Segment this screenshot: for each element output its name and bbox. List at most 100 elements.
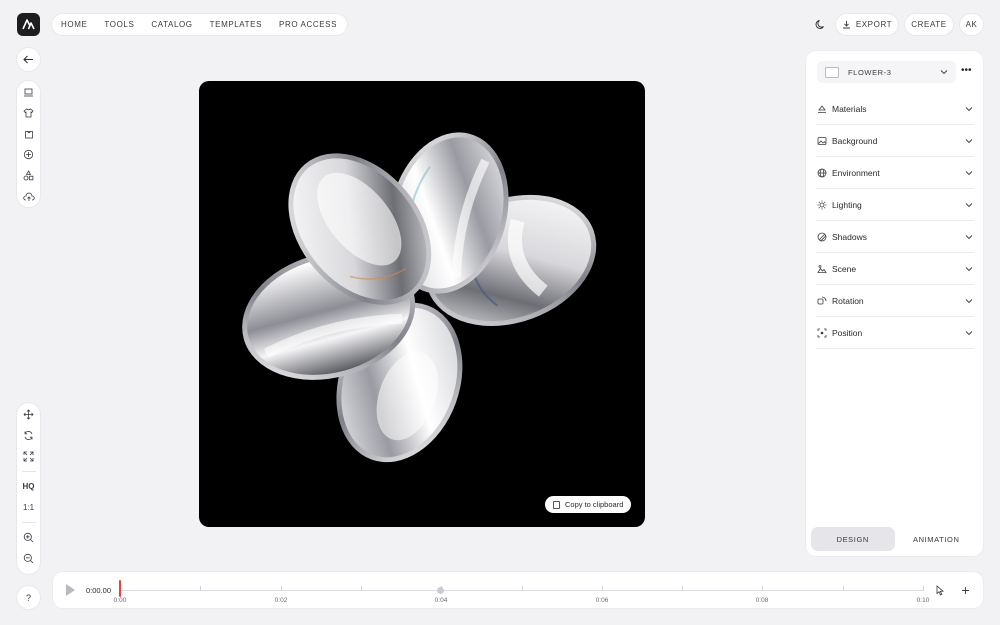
landscape-icon	[816, 263, 828, 275]
chevron-down-icon	[964, 104, 974, 114]
toolbar-divider	[21, 522, 36, 523]
section-materials[interactable]: Materials	[816, 93, 974, 125]
object-thumbnail	[825, 66, 839, 78]
nav-tools[interactable]: TOOLS	[104, 20, 134, 29]
nav-home[interactable]: HOME	[61, 20, 87, 29]
move-icon[interactable]	[17, 404, 40, 425]
pointer-icon[interactable]	[932, 582, 948, 598]
category-toolbar	[17, 81, 40, 207]
nav-templates[interactable]: TEMPLATES	[210, 20, 262, 29]
top-navigation: HOME TOOLS CATALOG TEMPLATES PRO ACCESS	[52, 14, 348, 35]
avatar[interactable]: AK	[960, 14, 983, 35]
create-label: CREATE	[911, 20, 947, 29]
zoom-out-icon[interactable]	[17, 548, 40, 569]
quality-toggle[interactable]: HQ	[17, 476, 40, 497]
object-name: FLOWER-3	[848, 67, 892, 77]
timeline-tick	[601, 586, 603, 591]
time-label: 0:08	[755, 597, 769, 604]
timeline-tick	[360, 586, 362, 591]
tab-animation[interactable]: ANIMATION	[895, 527, 979, 551]
time-label: 0:04	[434, 597, 448, 604]
chevron-down-icon	[940, 70, 948, 75]
avatar-initials: AK	[965, 20, 978, 29]
chevron-down-icon	[964, 136, 974, 146]
section-position[interactable]: Position	[816, 317, 974, 349]
time-label: 0:02	[274, 597, 288, 604]
flower-3d-render	[242, 132, 597, 463]
rotation-icon	[816, 295, 828, 307]
section-background[interactable]: Background	[816, 125, 974, 157]
timeline: 0:00.00 0:00 0:02 0:04 0:06 0:08 0:10	[53, 572, 983, 608]
section-label: Rotation	[832, 295, 864, 306]
logo-icon	[22, 19, 35, 30]
section-lighting[interactable]: Lighting	[816, 189, 974, 221]
tshirt-icon[interactable]	[17, 103, 40, 124]
shadow-icon	[816, 231, 828, 243]
tab-design[interactable]: DESIGN	[811, 527, 895, 551]
render-canvas[interactable]: Copy to clipboard	[199, 81, 645, 527]
download-icon	[842, 21, 850, 29]
section-environment[interactable]: Environment	[816, 157, 974, 189]
copy-to-clipboard-button[interactable]: Copy to clipboard	[545, 496, 632, 513]
chevron-down-icon	[964, 264, 974, 274]
current-time: 0:00.00	[86, 586, 112, 595]
export-label: EXPORT	[855, 20, 893, 29]
moon-icon[interactable]	[812, 16, 828, 32]
shapes-icon[interactable]	[17, 165, 40, 186]
section-scene[interactable]: Scene	[816, 253, 974, 285]
time-label: 0:00	[113, 597, 127, 604]
view-toolbar: HQ 1:1	[17, 403, 40, 574]
chevron-down-icon	[964, 328, 974, 338]
section-label: Position	[832, 327, 863, 338]
bag-icon[interactable]	[17, 124, 40, 145]
sun-icon	[816, 199, 828, 211]
section-rotation[interactable]: Rotation	[816, 285, 974, 317]
back-button[interactable]	[17, 48, 40, 71]
object-selector[interactable]: FLOWER-3	[817, 61, 956, 83]
laptop-icon[interactable]	[17, 82, 40, 103]
globe-icon	[816, 167, 828, 179]
timeline-tick	[682, 586, 684, 591]
section-shadows[interactable]: Shadows	[816, 221, 974, 253]
chevron-down-icon	[964, 296, 974, 306]
timeline-tick	[842, 586, 844, 591]
rotate-icon[interactable]	[17, 425, 40, 446]
timeline-tick	[200, 586, 202, 591]
more-options-icon[interactable]: •••	[961, 65, 972, 76]
nav-pro-access[interactable]: PRO ACCESS	[279, 20, 337, 29]
section-label: Shadows	[832, 231, 867, 242]
timeline-tick	[280, 586, 282, 591]
play-icon[interactable]	[66, 584, 75, 596]
section-label: Environment	[832, 167, 880, 178]
export-button[interactable]: EXPORT	[836, 14, 898, 35]
chevron-down-icon	[964, 200, 974, 210]
playhead[interactable]	[119, 580, 121, 597]
add-keyframe-icon[interactable]	[957, 582, 973, 598]
timeline-tick	[762, 586, 764, 591]
time-label: 0:06	[595, 597, 609, 604]
properties-panel: FLOWER-3 ••• Materials Background Enviro…	[806, 51, 983, 556]
keyframe-marker[interactable]	[437, 587, 444, 594]
timeline-tick	[521, 586, 523, 591]
badge-icon[interactable]	[17, 144, 40, 165]
upload-icon[interactable]	[17, 186, 40, 207]
section-label: Lighting	[832, 199, 862, 210]
chevron-down-icon	[964, 232, 974, 242]
nav-catalog[interactable]: CATALOG	[151, 20, 192, 29]
section-label: Scene	[832, 263, 857, 274]
help-button[interactable]: ?	[17, 586, 40, 609]
image-icon	[816, 135, 828, 147]
app-logo[interactable]	[17, 13, 40, 36]
zoom-in-icon[interactable]	[17, 527, 40, 548]
position-icon	[816, 327, 828, 339]
aspect-ratio-toggle[interactable]: 1:1	[17, 497, 40, 518]
materials-icon	[816, 103, 828, 115]
timeline-tick	[923, 586, 924, 591]
fit-icon[interactable]	[17, 446, 40, 467]
clipboard-icon	[553, 500, 560, 509]
arrow-left-icon	[23, 55, 33, 64]
chevron-down-icon	[964, 168, 974, 178]
create-button[interactable]: CREATE	[905, 14, 953, 35]
time-label: 0:10	[916, 597, 930, 604]
copy-label: Copy to clipboard	[565, 500, 624, 509]
